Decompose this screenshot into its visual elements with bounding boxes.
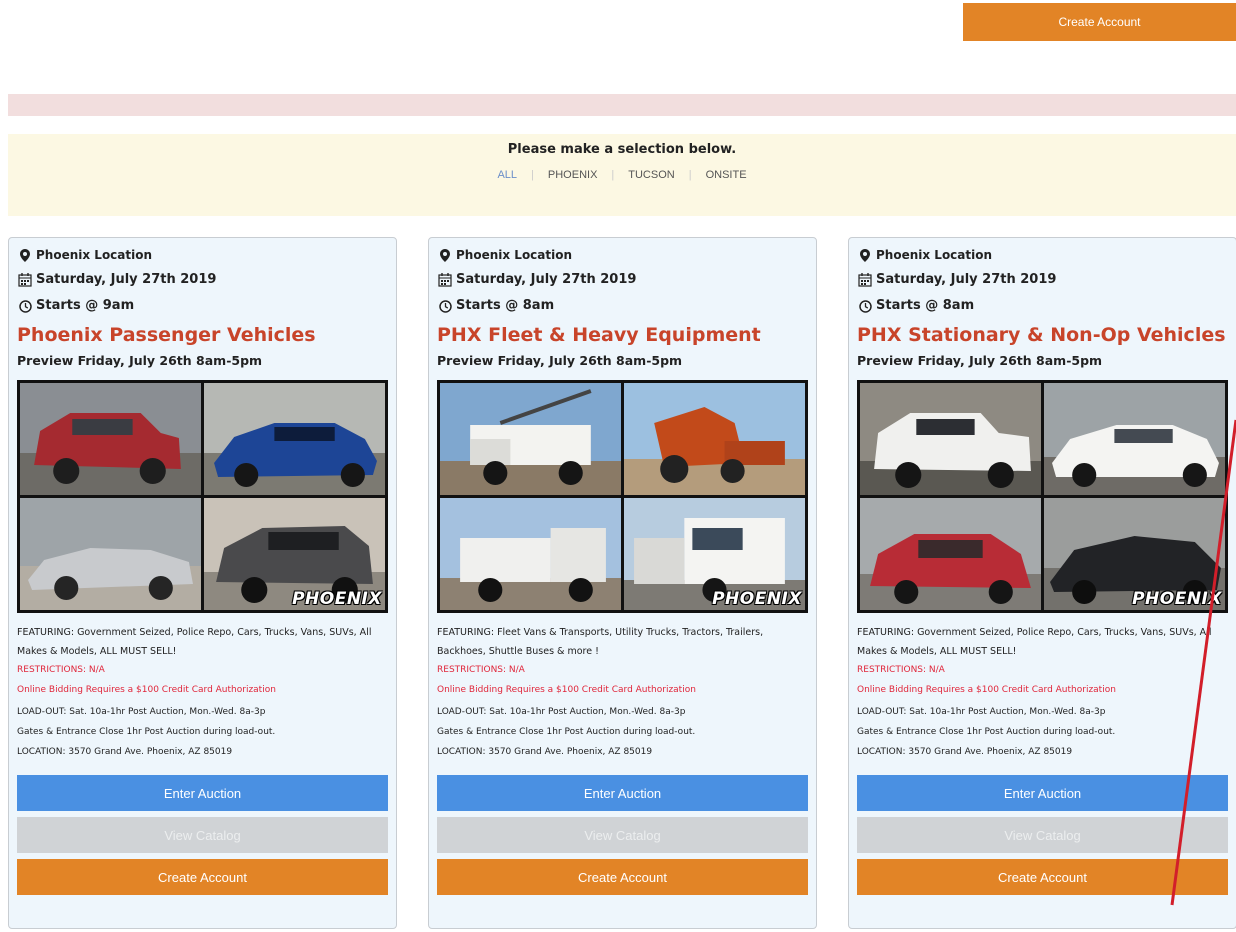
create-account-button[interactable]: Create Account	[437, 859, 808, 895]
bidding-note: Online Bidding Requires a $100 Credit Ca…	[17, 685, 276, 695]
filter-all-link[interactable]: ALL	[483, 169, 531, 181]
calendar-icon	[17, 273, 33, 287]
vehicle-photo	[204, 383, 385, 495]
load-out-text: LOAD-OUT: Sat. 10a-1hr Post Auction, Mon…	[857, 707, 1106, 717]
preview-time: Preview Friday, July 26th 8am-5pm	[17, 353, 263, 368]
load-out-text: LOAD-OUT: Sat. 10a-1hr Post Auction, Mon…	[17, 707, 266, 717]
auction-date: Saturday, July 27th 2019	[456, 272, 637, 287]
location-label: Phoenix Location	[876, 248, 993, 262]
address-text: LOCATION: 3570 Grand Ave. Phoenix, AZ 85…	[17, 747, 233, 757]
restrictions-text: RESTRICTIONS: N/A	[437, 665, 525, 675]
auction-title[interactable]: PHX Fleet & Heavy Equipment	[437, 319, 808, 351]
auction-date: Saturday, July 27th 2019	[876, 272, 1057, 287]
location-row: Phoenix Location	[857, 246, 1228, 264]
auction-photo-collage[interactable]: PHOENIX	[437, 380, 808, 613]
vehicle-photo	[624, 383, 805, 495]
featuring-text: FEATURING: Government Seized, Police Rep…	[857, 627, 1212, 657]
auction-card: Phoenix Location Saturday, July 27th 201…	[848, 237, 1236, 929]
date-row: Saturday, July 27th 2019	[857, 267, 1228, 293]
start-row: Starts @ 9am	[17, 293, 388, 319]
create-account-button[interactable]: Create Account	[17, 859, 388, 895]
phoenix-badge: PHOENIX	[712, 589, 802, 609]
map-marker-icon	[17, 248, 33, 262]
vehicle-photo	[860, 383, 1041, 495]
preview-time: Preview Friday, July 26th 8am-5pm	[437, 353, 683, 368]
vehicle-photo	[860, 498, 1041, 610]
selection-prompt: Please make a selection below.	[507, 142, 737, 157]
gates-text: Gates & Entrance Close 1hr Post Auction …	[857, 727, 1116, 737]
location-filter-nav: ALL | PHOENIX | TUCSON | ONSITE	[8, 169, 1236, 181]
phoenix-badge: PHOENIX	[1132, 589, 1222, 609]
start-time: Starts @ 8am	[456, 298, 555, 313]
location-label: Phoenix Location	[456, 248, 573, 262]
enter-auction-button[interactable]: Enter Auction	[437, 775, 808, 811]
start-time: Starts @ 8am	[876, 298, 975, 313]
view-catalog-button[interactable]: View Catalog	[857, 817, 1228, 853]
featuring-text: FEATURING: Fleet Vans & Transports, Util…	[437, 627, 764, 657]
view-catalog-button[interactable]: View Catalog	[437, 817, 808, 853]
auction-card: Phoenix Location Saturday, July 27th 201…	[428, 237, 817, 929]
date-row: Saturday, July 27th 2019	[437, 267, 808, 293]
calendar-icon	[437, 273, 453, 287]
filter-onsite-link[interactable]: ONSITE	[692, 169, 761, 181]
start-row: Starts @ 8am	[857, 293, 1228, 319]
vehicle-photo	[20, 383, 201, 495]
clock-icon	[17, 299, 33, 313]
enter-auction-button[interactable]: Enter Auction	[17, 775, 388, 811]
address-text: LOCATION: 3570 Grand Ave. Phoenix, AZ 85…	[857, 747, 1073, 757]
bidding-note: Online Bidding Requires a $100 Credit Ca…	[437, 685, 696, 695]
gates-text: Gates & Entrance Close 1hr Post Auction …	[17, 727, 276, 737]
date-row: Saturday, July 27th 2019	[17, 267, 388, 293]
create-account-button[interactable]: Create Account	[857, 859, 1228, 895]
map-marker-icon	[437, 248, 453, 262]
vehicle-photo	[440, 383, 621, 495]
auction-date: Saturday, July 27th 2019	[36, 272, 217, 287]
clock-icon	[857, 299, 873, 313]
auction-photo-collage[interactable]: PHOENIX	[17, 380, 388, 613]
address-text: LOCATION: 3570 Grand Ave. Phoenix, AZ 85…	[437, 747, 653, 757]
alert-bar	[8, 94, 1236, 116]
restrictions-text: RESTRICTIONS: N/A	[857, 665, 945, 675]
auction-details: FEATURING: Government Seized, Police Rep…	[857, 623, 1228, 762]
auction-photo-collage[interactable]: PHOENIX	[857, 380, 1228, 613]
start-row: Starts @ 8am	[437, 293, 808, 319]
enter-auction-button[interactable]: Enter Auction	[857, 775, 1228, 811]
restrictions-text: RESTRICTIONS: N/A	[17, 665, 105, 675]
location-row: Phoenix Location	[17, 246, 388, 264]
vehicle-photo	[440, 498, 621, 610]
bidding-note: Online Bidding Requires a $100 Credit Ca…	[857, 685, 1116, 695]
auction-title[interactable]: PHX Stationary & Non-Op Vehicles	[857, 319, 1228, 351]
filter-tucson-link[interactable]: TUCSON	[614, 169, 688, 181]
phoenix-badge: PHOENIX	[292, 589, 382, 609]
location-label: Phoenix Location	[36, 248, 153, 262]
auction-card: Phoenix Location Saturday, July 27th 201…	[8, 237, 397, 929]
filter-phoenix-link[interactable]: PHOENIX	[534, 169, 612, 181]
auction-details: FEATURING: Government Seized, Police Rep…	[17, 623, 388, 762]
header-create-account-button[interactable]: Create Account	[963, 3, 1236, 41]
location-selection-panel: Please make a selection below. ALL | PHO…	[8, 134, 1236, 216]
view-catalog-button[interactable]: View Catalog	[17, 817, 388, 853]
gates-text: Gates & Entrance Close 1hr Post Auction …	[437, 727, 696, 737]
vehicle-photo	[1044, 383, 1225, 495]
auction-details: FEATURING: Fleet Vans & Transports, Util…	[437, 623, 808, 762]
start-time: Starts @ 9am	[36, 298, 135, 313]
map-marker-icon	[857, 248, 873, 262]
featuring-text: FEATURING: Government Seized, Police Rep…	[17, 627, 372, 657]
auction-title[interactable]: Phoenix Passenger Vehicles	[17, 319, 388, 351]
preview-time: Preview Friday, July 26th 8am-5pm	[857, 353, 1103, 368]
vehicle-photo	[20, 498, 201, 610]
clock-icon	[437, 299, 453, 313]
calendar-icon	[857, 273, 873, 287]
location-row: Phoenix Location	[437, 246, 808, 264]
load-out-text: LOAD-OUT: Sat. 10a-1hr Post Auction, Mon…	[437, 707, 686, 717]
